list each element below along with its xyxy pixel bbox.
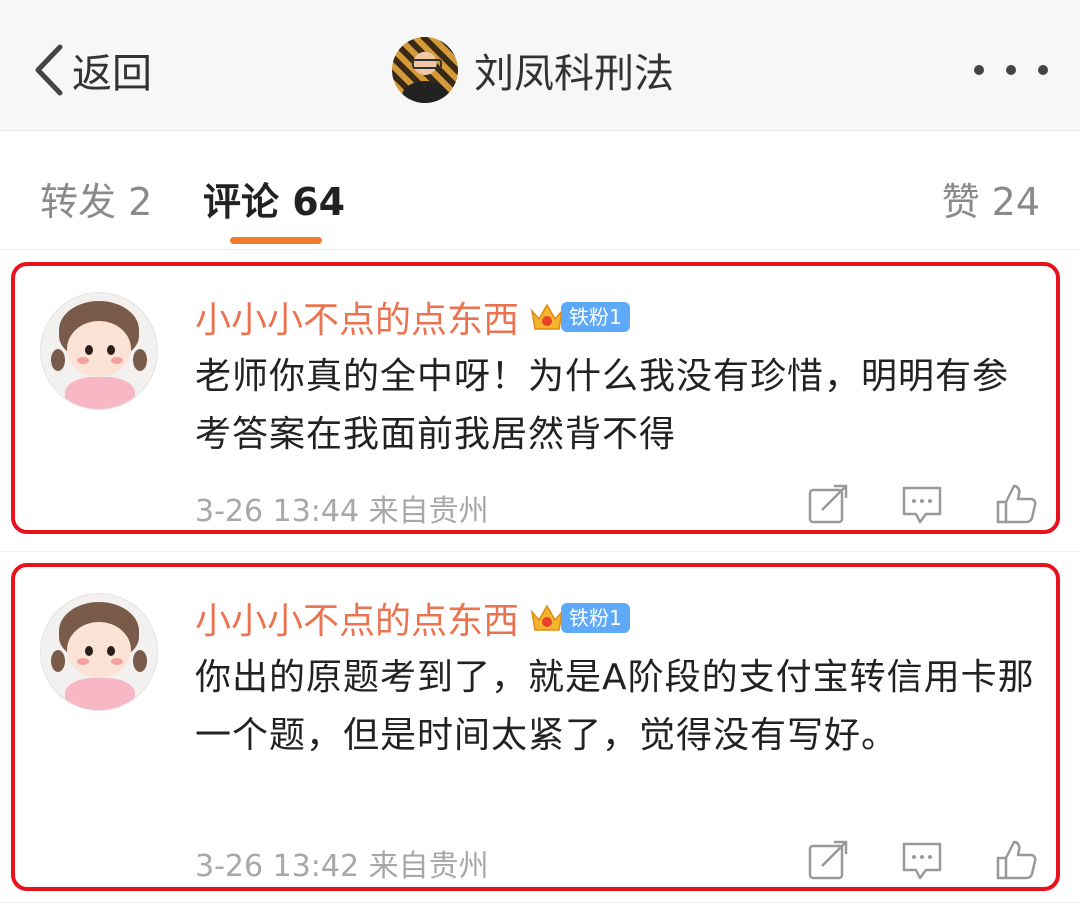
tab-comment[interactable]: 评论 64	[203, 171, 345, 226]
tab-repost[interactable]: 转发 2	[40, 171, 152, 226]
more-icon[interactable]	[974, 58, 1048, 82]
profile-avatar[interactable]	[392, 37, 458, 103]
comment-meta: 3-26 13:44 来自贵州	[195, 494, 489, 529]
tab-bar: 转发 2 评论 64 赞 24	[0, 131, 1080, 250]
profile-header[interactable]: 刘凤科刑法	[392, 37, 674, 103]
profile-name[interactable]: 刘凤科刑法	[474, 41, 674, 99]
username[interactable]: 小小小不点的点东西	[195, 592, 519, 644]
chevron-left-icon	[35, 44, 63, 96]
like-icon[interactable]	[994, 838, 1038, 882]
divider	[0, 551, 1080, 552]
avatar[interactable]	[40, 593, 158, 711]
top-nav-bar: 返回 刘凤科刑法	[0, 0, 1080, 131]
comment-actions	[806, 482, 1038, 526]
comment-item: 小小小不点的点东西 铁粉1 老师你真的全中呀！为什么我没有珍惜，明明有参考答案在…	[0, 262, 1080, 534]
like-icon[interactable]	[994, 482, 1038, 526]
fan-level-badge: 铁粉1	[561, 302, 630, 332]
reply-icon[interactable]	[900, 838, 944, 882]
tab-like[interactable]: 赞 24	[942, 171, 1040, 226]
comment-actions	[806, 838, 1038, 882]
crown-icon	[530, 604, 564, 631]
fan-level-badge: 铁粉1	[561, 603, 630, 633]
active-tab-indicator	[230, 237, 322, 244]
comment-item: 小小小不点的点东西 铁粉1 你出的原题考到了，就是A阶段的支付宝转信用卡那一个题…	[0, 563, 1080, 891]
username[interactable]: 小小小不点的点东西	[195, 291, 519, 343]
comment-meta: 3-26 13:42 来自贵州	[195, 849, 489, 884]
share-icon[interactable]	[806, 482, 850, 526]
reply-icon[interactable]	[900, 482, 944, 526]
share-icon[interactable]	[806, 838, 850, 882]
comment-text: 老师你真的全中呀！为什么我没有珍惜，明明有参考答案在我面前我居然背不得	[195, 356, 1010, 455]
divider	[0, 902, 1080, 903]
avatar[interactable]	[40, 292, 158, 410]
crown-icon	[530, 303, 564, 330]
comment-text: 你出的原题考到了，就是A阶段的支付宝转信用卡那一个题，但是时间太紧了，觉得没有写…	[195, 657, 1035, 756]
back-button[interactable]: 返回	[30, 40, 152, 100]
back-label: 返回	[72, 51, 152, 97]
